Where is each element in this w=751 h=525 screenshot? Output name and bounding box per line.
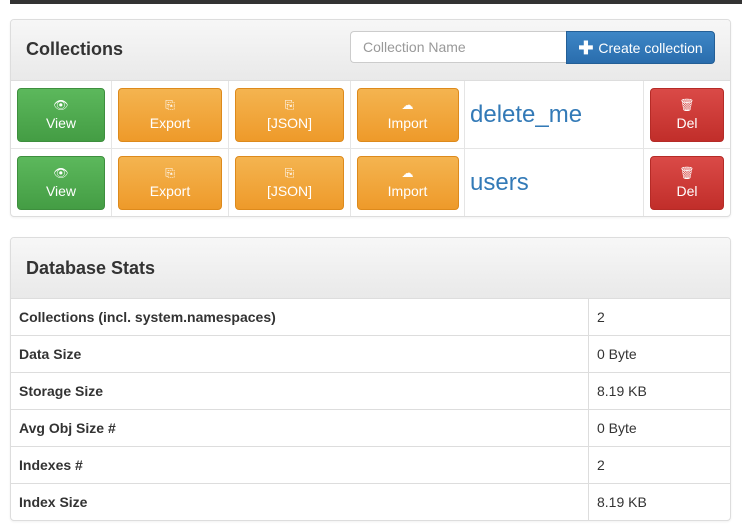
trash-icon: 🗑 [679, 166, 695, 180]
export-json-label: [JSON] [266, 115, 313, 131]
plus-icon: ✚ [578, 37, 594, 58]
collections-panel-heading: Collections ✚ Create collection [11, 20, 730, 81]
stat-label: Index Size [11, 483, 589, 520]
create-collection-label: Create collection [598, 39, 703, 56]
import-button[interactable]: ☁ Import [356, 87, 459, 142]
file-export-icon: ⎘ [165, 166, 175, 180]
file-export-icon: ⎘ [165, 98, 175, 112]
view-button[interactable]: 👁 View [17, 155, 105, 210]
export-json-button[interactable]: ⎘ [JSON] [235, 155, 344, 210]
file-export-icon: ⎘ [284, 166, 295, 180]
collection-name-link[interactable]: users [465, 169, 529, 196]
stat-value: 2 [597, 309, 605, 325]
stat-value: 8.19 KB [588, 483, 730, 520]
export-label: Export [149, 115, 191, 131]
stats-row: Index Size 8.19 KB [11, 483, 730, 520]
stat-label: Data Size [11, 335, 589, 373]
delete-button[interactable]: 🗑 Del [650, 155, 724, 210]
import-label: Import [387, 183, 428, 199]
collection-name-link[interactable]: delete_me [465, 101, 582, 128]
import-label: Import [387, 115, 428, 131]
export-button[interactable]: ⎘ Export [118, 87, 222, 142]
eye-icon: 👁 [53, 166, 69, 180]
delete-label: Del [676, 183, 698, 199]
trash-icon: 🗑 [679, 98, 695, 112]
cloud-upload-icon: ☁ [401, 166, 414, 180]
collection-row: 👁 View ⎘ Export ⎘ [JSON] ☁ Import [11, 148, 730, 216]
view-label: View [45, 115, 77, 131]
collections-table: 👁 View ⎘ Export ⎘ [JSON] ☁ Import delete… [11, 81, 730, 216]
cloud-upload-icon: ☁ [401, 98, 414, 112]
collections-panel: Collections ✚ Create collection 👁 View ⎘… [10, 19, 731, 217]
stat-value: 2 [588, 446, 730, 484]
stats-table: Collections (incl. system.namespaces) 2 … [11, 299, 730, 520]
delete-label: Del [676, 115, 698, 131]
collection-row: 👁 View ⎘ Export ⎘ [JSON] ☁ Import [11, 81, 730, 149]
export-button[interactable]: ⎘ Export [118, 155, 222, 210]
file-export-icon: ⎘ [284, 98, 295, 112]
eye-icon: 👁 [53, 98, 69, 112]
stat-value: 0 Byte [588, 409, 730, 447]
stat-label: Indexes # [11, 446, 589, 484]
stat-label: Avg Obj Size # [11, 409, 589, 447]
stats-panel-heading: Database Stats [11, 238, 730, 299]
export-json-label: [JSON] [266, 183, 313, 199]
create-collection-button[interactable]: ✚ Create collection [566, 31, 715, 64]
collection-name-input[interactable] [350, 31, 567, 63]
export-json-button[interactable]: ⎘ [JSON] [235, 87, 344, 142]
stat-label: Collections (incl. system.namespaces) [11, 299, 589, 336]
stat-value: 8.19 KB [588, 372, 730, 410]
stats-row: Storage Size 8.19 KB [11, 372, 730, 410]
stat-label: Storage Size [11, 372, 589, 410]
view-label: View [45, 183, 77, 199]
stats-row: Avg Obj Size # 0 Byte [11, 409, 730, 447]
database-stats-panel: Database Stats Collections (incl. system… [10, 237, 731, 521]
stats-title: Database Stats [26, 258, 156, 278]
stats-row: Indexes # 2 [11, 446, 730, 484]
delete-button[interactable]: 🗑 Del [650, 87, 724, 142]
view-button[interactable]: 👁 View [17, 87, 105, 142]
export-label: Export [149, 183, 191, 199]
stats-row: Data Size 0 Byte [11, 335, 730, 373]
import-button[interactable]: ☁ Import [356, 155, 459, 210]
collections-title: Collections [26, 39, 124, 59]
stats-row: Collections (incl. system.namespaces) 2 [11, 299, 730, 336]
stat-value: 0 Byte [588, 335, 730, 373]
top-border [10, 0, 742, 4]
